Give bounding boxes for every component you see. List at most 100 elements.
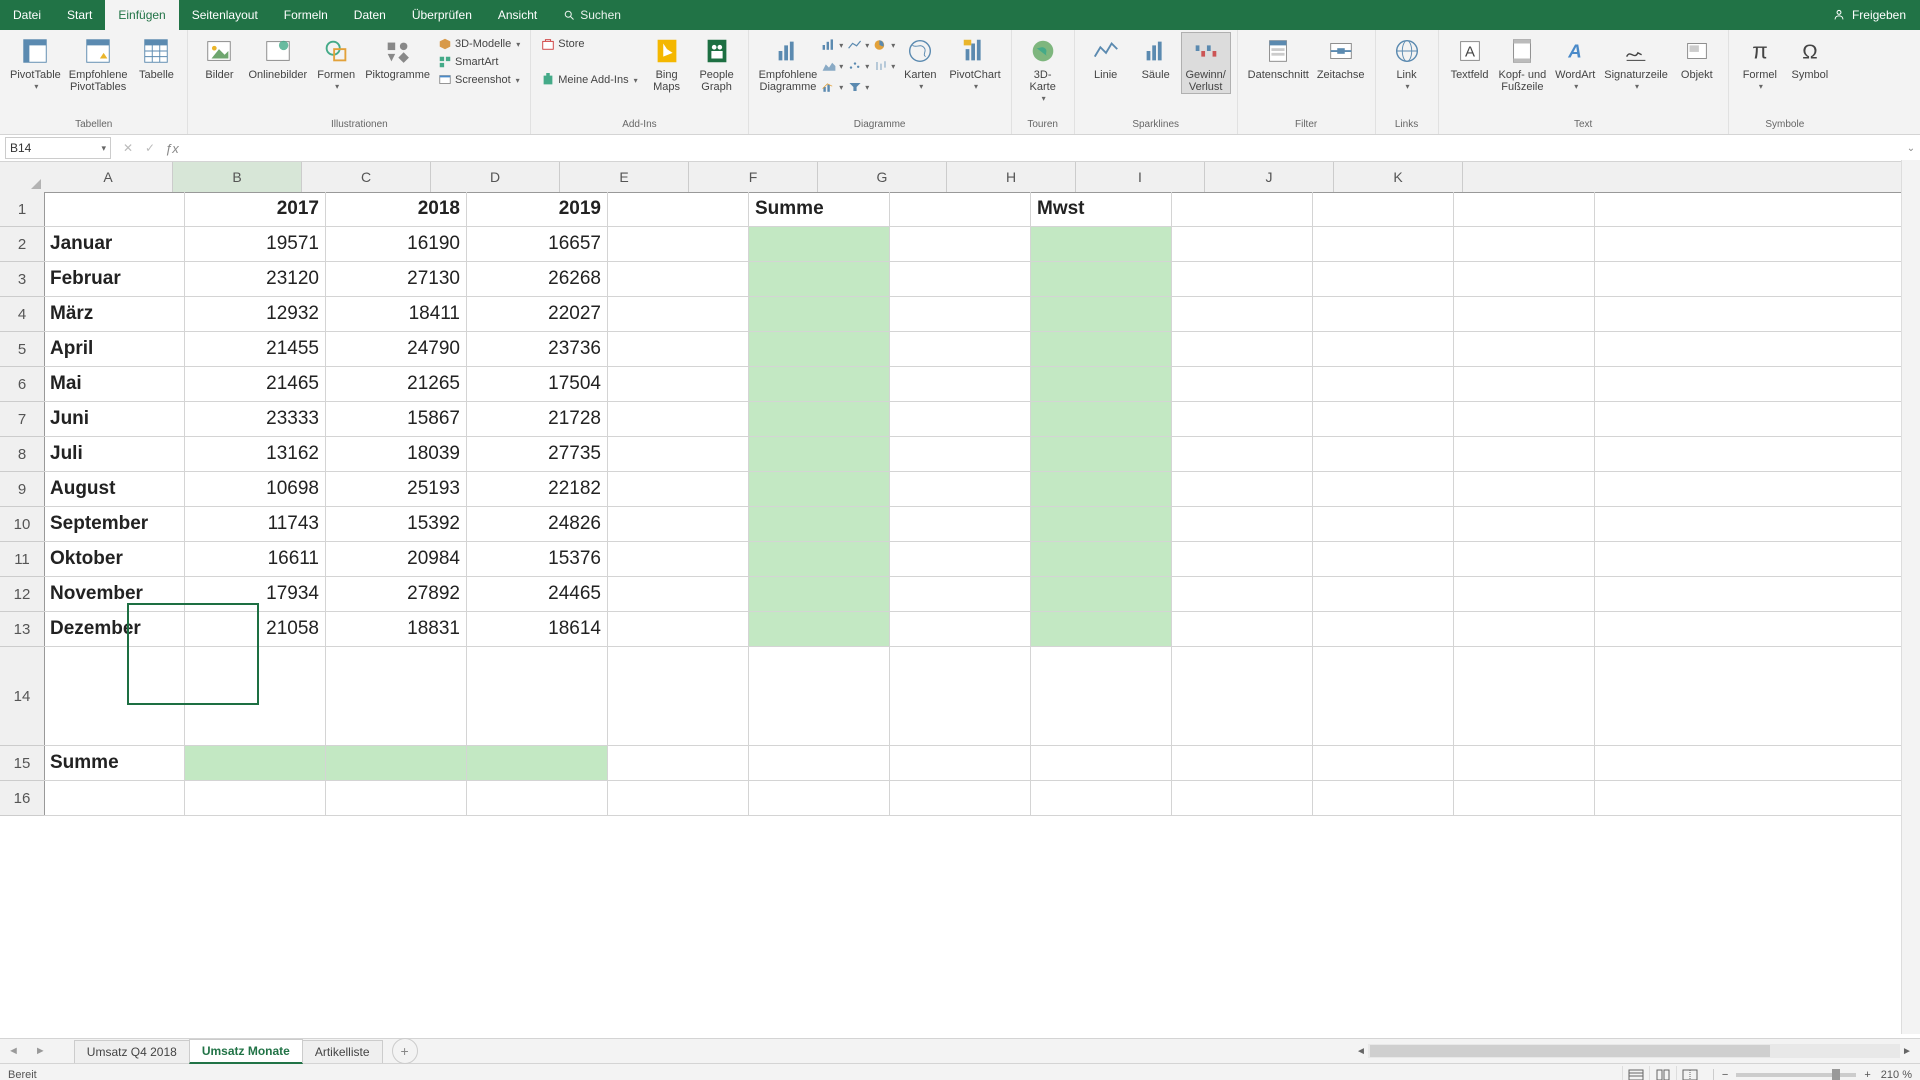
cell-C9[interactable]: 25193 bbox=[326, 472, 467, 506]
maps-button[interactable]: Karten▾ bbox=[895, 32, 945, 93]
cell-C13[interactable]: 18831 bbox=[326, 612, 467, 646]
cell-K12[interactable] bbox=[1454, 577, 1595, 611]
cell-B2[interactable]: 19571 bbox=[185, 227, 326, 261]
cancel-icon[interactable]: ✕ bbox=[117, 141, 139, 155]
timeline-button[interactable]: Zeitachse bbox=[1313, 32, 1369, 81]
cell-J4[interactable] bbox=[1313, 297, 1454, 331]
cell-F7[interactable] bbox=[749, 402, 890, 436]
pictures-button[interactable]: Bilder bbox=[194, 32, 244, 81]
cell-H12[interactable] bbox=[1031, 577, 1172, 611]
horizontal-scrollbar[interactable]: ◄► bbox=[1354, 1043, 1914, 1059]
sparkline-column-button[interactable]: Säule bbox=[1131, 32, 1181, 81]
cell-J16[interactable] bbox=[1313, 781, 1454, 815]
cell-D16[interactable] bbox=[467, 781, 608, 815]
row-header-4[interactable]: 4 bbox=[0, 297, 44, 332]
tab-ueberpruefen[interactable]: Überprüfen bbox=[399, 0, 485, 30]
cell-K7[interactable] bbox=[1454, 402, 1595, 436]
cell-A11[interactable]: Oktober bbox=[44, 542, 185, 576]
col-header-F[interactable]: F bbox=[689, 162, 818, 192]
cell-F15[interactable] bbox=[749, 746, 890, 780]
cell-B3[interactable]: 23120 bbox=[185, 262, 326, 296]
stock-chart-icon[interactable]: ▾ bbox=[873, 57, 895, 75]
3d-map-button[interactable]: 3D- Karte▾ bbox=[1018, 32, 1068, 105]
cell-F1[interactable]: Summe bbox=[749, 192, 890, 226]
cell-E11[interactable] bbox=[608, 542, 749, 576]
cell-K6[interactable] bbox=[1454, 367, 1595, 401]
cell-A2[interactable]: Januar bbox=[44, 227, 185, 261]
cell-D9[interactable]: 22182 bbox=[467, 472, 608, 506]
pivottable-button[interactable]: PivotTable▾ bbox=[6, 32, 65, 93]
cell-E6[interactable] bbox=[608, 367, 749, 401]
equation-button[interactable]: πFormel▾ bbox=[1735, 32, 1785, 93]
cell-I2[interactable] bbox=[1172, 227, 1313, 261]
cell-D13[interactable]: 18614 bbox=[467, 612, 608, 646]
object-button[interactable]: Objekt bbox=[1672, 32, 1722, 81]
cell-H13[interactable] bbox=[1031, 612, 1172, 646]
cell-A4[interactable]: März bbox=[44, 297, 185, 331]
cell-E8[interactable] bbox=[608, 437, 749, 471]
cell-B13[interactable]: 21058 bbox=[185, 612, 326, 646]
cell-H16[interactable] bbox=[1031, 781, 1172, 815]
cell-E16[interactable] bbox=[608, 781, 749, 815]
expand-formula-icon[interactable]: ⌄ bbox=[1902, 143, 1920, 154]
my-addins-button[interactable]: Meine Add-Ins▾ bbox=[537, 71, 641, 89]
cell-H11[interactable] bbox=[1031, 542, 1172, 576]
cell-G10[interactable] bbox=[890, 507, 1031, 541]
cell-E1[interactable] bbox=[608, 192, 749, 226]
cell-F11[interactable] bbox=[749, 542, 890, 576]
table-button[interactable]: Tabelle bbox=[131, 32, 181, 81]
cell-G2[interactable] bbox=[890, 227, 1031, 261]
cell-K15[interactable] bbox=[1454, 746, 1595, 780]
cell-C15[interactable] bbox=[326, 746, 467, 780]
recommended-pivottables-button[interactable]: Empfohlene PivotTables bbox=[65, 32, 132, 93]
shapes-button[interactable]: Formen▾ bbox=[311, 32, 361, 93]
screenshot-button[interactable]: Screenshot▾ bbox=[434, 71, 524, 89]
name-box[interactable]: B14▾ bbox=[5, 137, 111, 159]
row-header-16[interactable]: 16 bbox=[0, 781, 44, 816]
cell-H3[interactable] bbox=[1031, 262, 1172, 296]
cell-F3[interactable] bbox=[749, 262, 890, 296]
row-header-7[interactable]: 7 bbox=[0, 402, 44, 437]
area-chart-icon[interactable]: ▾ bbox=[821, 57, 843, 75]
cell-B6[interactable]: 21465 bbox=[185, 367, 326, 401]
cell-C16[interactable] bbox=[326, 781, 467, 815]
cell-J1[interactable] bbox=[1313, 192, 1454, 226]
cell-F9[interactable] bbox=[749, 472, 890, 506]
cell-D2[interactable]: 16657 bbox=[467, 227, 608, 261]
formula-input[interactable] bbox=[185, 137, 1902, 159]
sheet-tab-1[interactable]: Umsatz Q4 2018 bbox=[74, 1040, 190, 1063]
cell-J2[interactable] bbox=[1313, 227, 1454, 261]
cell-K10[interactable] bbox=[1454, 507, 1595, 541]
col-header-H[interactable]: H bbox=[947, 162, 1076, 192]
cell-D14[interactable] bbox=[467, 647, 608, 745]
cell-I12[interactable] bbox=[1172, 577, 1313, 611]
row-header-9[interactable]: 9 bbox=[0, 472, 44, 507]
cell-I10[interactable] bbox=[1172, 507, 1313, 541]
cell-K4[interactable] bbox=[1454, 297, 1595, 331]
cell-J13[interactable] bbox=[1313, 612, 1454, 646]
cell-C14[interactable] bbox=[326, 647, 467, 745]
cell-F13[interactable] bbox=[749, 612, 890, 646]
cell-I13[interactable] bbox=[1172, 612, 1313, 646]
cell-B15[interactable] bbox=[185, 746, 326, 780]
tell-me-search[interactable]: Suchen bbox=[550, 0, 634, 30]
cell-E12[interactable] bbox=[608, 577, 749, 611]
cell-C7[interactable]: 15867 bbox=[326, 402, 467, 436]
enter-icon[interactable]: ✓ bbox=[139, 141, 161, 155]
cell-D12[interactable]: 24465 bbox=[467, 577, 608, 611]
cell-J6[interactable] bbox=[1313, 367, 1454, 401]
col-header-G[interactable]: G bbox=[818, 162, 947, 192]
cell-K2[interactable] bbox=[1454, 227, 1595, 261]
cell-A16[interactable] bbox=[44, 781, 185, 815]
sheet-nav-prev[interactable]: ◄ bbox=[0, 1045, 27, 1057]
view-normal-icon[interactable] bbox=[1622, 1066, 1649, 1080]
pie-chart-icon[interactable]: ▾ bbox=[873, 36, 895, 54]
col-header-I[interactable]: I bbox=[1076, 162, 1205, 192]
cell-I8[interactable] bbox=[1172, 437, 1313, 471]
cell-D15[interactable] bbox=[467, 746, 608, 780]
cell-K16[interactable] bbox=[1454, 781, 1595, 815]
fx-icon[interactable]: ƒx bbox=[165, 141, 179, 156]
cell-H6[interactable] bbox=[1031, 367, 1172, 401]
cell-A10[interactable]: September bbox=[44, 507, 185, 541]
cell-J7[interactable] bbox=[1313, 402, 1454, 436]
